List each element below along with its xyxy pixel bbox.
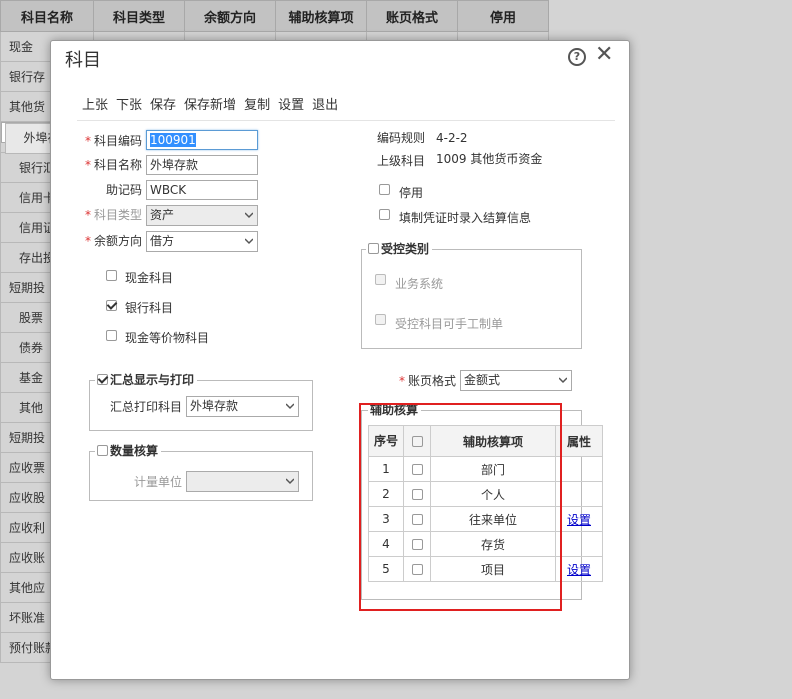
type-select[interactable]: 资产 <box>146 205 258 226</box>
quantity-legend-text: 数量核算 <box>110 444 159 458</box>
aux-row-attr: 设置 <box>555 556 603 582</box>
toolbar-divider <box>77 120 615 121</box>
aux-row-attr <box>555 456 603 482</box>
close-icon[interactable]: ✕ <box>595 43 613 67</box>
quantity-legend: 数量核算 <box>95 444 162 458</box>
bank-checkbox[interactable] <box>106 300 117 311</box>
cash-checkbox[interactable] <box>106 270 117 281</box>
ledger-select[interactable]: 金额式 <box>460 370 572 391</box>
direction-value: 借方 <box>150 234 175 248</box>
code-input[interactable]: 100901 <box>146 130 258 150</box>
col-header-name[interactable]: 科目名称 <box>0 0 94 32</box>
unit-label: 计量单位 <box>133 475 182 489</box>
col-header-format[interactable]: 账页格式 <box>366 0 458 32</box>
col-header-direction[interactable]: 余额方向 <box>184 0 276 32</box>
next-button[interactable]: 下张 <box>116 96 142 116</box>
col-header-disabled[interactable]: 停用 <box>457 0 549 32</box>
mnemonic-input[interactable]: WBCK <box>146 180 258 200</box>
direction-select[interactable]: 借方 <box>146 231 258 252</box>
aux-col-attr: 属性 <box>555 425 603 457</box>
name-input[interactable]: 外埠存款 <box>146 155 258 175</box>
chevron-down-icon <box>286 403 294 410</box>
cash-label: 现金科目 <box>125 271 174 285</box>
copy-button[interactable]: 复制 <box>244 96 270 116</box>
code-value: 100901 <box>150 133 196 147</box>
unit-select[interactable] <box>186 471 299 492</box>
manual-checkbox[interactable] <box>375 314 386 325</box>
chevron-down-icon <box>286 478 294 485</box>
rule-value: 4-2-2 <box>436 131 468 145</box>
summary-legend: 汇总显示与打印 <box>95 373 198 387</box>
bank-label: 银行科目 <box>125 301 174 315</box>
aux-setting-link[interactable]: 设置 <box>567 513 591 527</box>
aux-row-attr <box>555 531 603 557</box>
code-label: * 科目编码 <box>84 134 142 148</box>
highlight-annotation <box>359 403 562 611</box>
aux-row-attr <box>555 481 603 507</box>
direction-label: * 余额方向 <box>84 234 142 248</box>
name-label-text: 科目名称 <box>93 158 142 172</box>
summary-checkbox[interactable] <box>97 374 108 385</box>
rule-label: 编码规则 <box>377 131 426 145</box>
chevron-down-icon <box>245 212 253 219</box>
ledger-label: * 账页格式 <box>398 374 456 388</box>
print-label: 汇总打印科目 <box>109 400 182 414</box>
settings-button[interactable]: 设置 <box>278 96 304 116</box>
name-label: * 科目名称 <box>84 158 142 172</box>
code-label-text: 科目编码 <box>93 134 142 148</box>
chevron-down-icon <box>245 238 253 245</box>
summary-legend-text: 汇总显示与打印 <box>110 373 195 387</box>
chevron-down-icon <box>559 377 567 384</box>
disable-label: 停用 <box>399 186 424 200</box>
manual-label: 受控科目可手工制单 <box>395 317 504 331</box>
aux-setting-link[interactable]: 设置 <box>567 563 591 577</box>
biz-system-checkbox[interactable] <box>375 274 386 285</box>
exit-button[interactable]: 退出 <box>312 96 338 116</box>
aux-row-attr: 设置 <box>555 506 603 532</box>
type-label-text: 科目类型 <box>93 208 142 222</box>
parent-value: 1009 其他货币资金 <box>436 152 543 166</box>
type-label: * 科目类型 <box>84 208 142 222</box>
ledger-value: 金额式 <box>464 373 501 387</box>
save-button[interactable]: 保存 <box>150 96 176 116</box>
controlled-legend-text: 受控类别 <box>381 242 430 256</box>
cash-equiv-checkbox[interactable] <box>106 330 117 341</box>
toolbar: 上张 下张 保存 保存新增 复制 设置 退出 <box>82 96 346 116</box>
col-header-type[interactable]: 科目类型 <box>93 0 185 32</box>
ledger-label-text: 账页格式 <box>407 374 456 388</box>
dialog-title: 科目 <box>65 50 101 71</box>
col-header-aux[interactable]: 辅助核算项 <box>275 0 367 32</box>
settle-checkbox[interactable] <box>379 209 390 220</box>
save-new-button[interactable]: 保存新增 <box>184 96 236 116</box>
print-select[interactable]: 外埠存款 <box>186 396 299 417</box>
controlled-group <box>361 249 582 349</box>
parent-label: 上级科目 <box>377 154 426 168</box>
cash-equiv-label: 现金等价物科目 <box>125 331 210 345</box>
help-icon[interactable]: ? <box>568 48 586 66</box>
print-value: 外埠存款 <box>190 399 239 413</box>
prev-button[interactable]: 上张 <box>82 96 108 116</box>
quantity-checkbox[interactable] <box>97 445 108 456</box>
controlled-checkbox[interactable] <box>368 243 379 254</box>
direction-label-text: 余额方向 <box>93 234 142 248</box>
disable-checkbox[interactable] <box>379 184 390 195</box>
settle-label: 填制凭证时录入结算信息 <box>399 211 532 225</box>
type-value: 资产 <box>150 208 175 222</box>
controlled-legend: 受控类别 <box>366 242 433 256</box>
biz-system-label: 业务系统 <box>395 277 444 291</box>
mnemonic-label: 助记码 <box>105 183 142 197</box>
